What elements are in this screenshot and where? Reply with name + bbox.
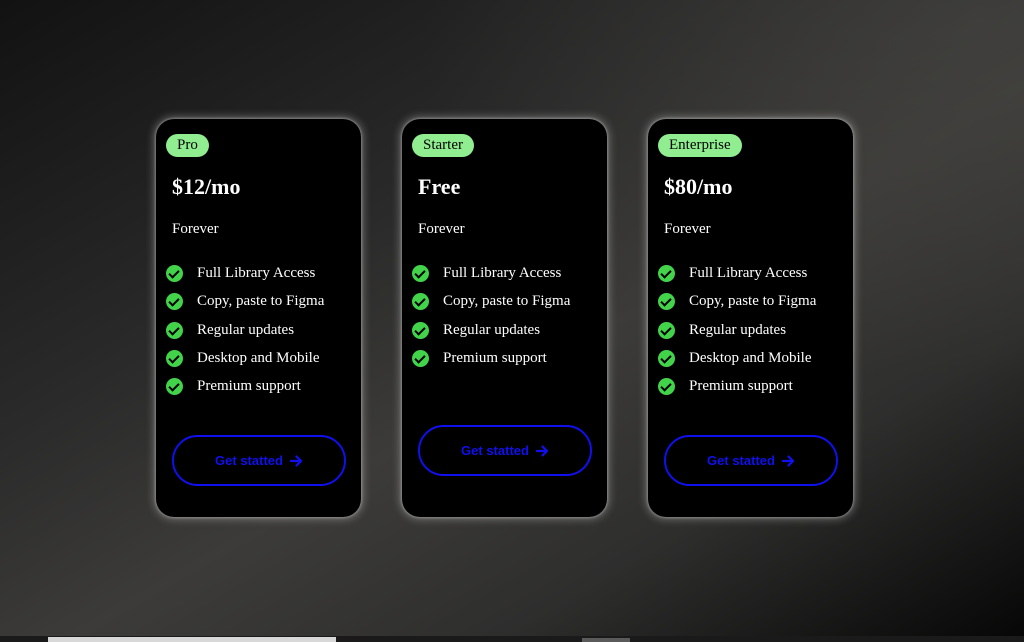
check-circle-icon	[412, 321, 429, 339]
feature-label: Copy, paste to Figma	[197, 293, 325, 310]
check-circle-icon	[166, 293, 183, 311]
feature-item: Full Library Access	[412, 265, 570, 293]
feature-item: Regular updates	[412, 321, 570, 350]
plan-badge: Enterprise	[658, 134, 742, 157]
feature-item: Copy, paste to Figma	[166, 293, 324, 321]
get-started-button[interactable]: Get statted	[664, 435, 838, 486]
feature-list: Full Library Access Copy, paste to Figma R…	[412, 265, 570, 378]
feature-item: Premium support	[166, 378, 324, 406]
plan-badge: Starter	[412, 134, 474, 157]
plan-price: $12/mo	[172, 174, 241, 199]
feature-label: Premium support	[689, 378, 793, 395]
check-circle-icon	[166, 321, 183, 339]
get-started-label: Get statted	[461, 443, 529, 458]
feature-label: Desktop and Mobile	[197, 349, 320, 366]
plan-price: $80/mo	[664, 174, 733, 199]
feature-item: Copy, paste to Figma	[412, 293, 570, 321]
plan-badge: Pro	[166, 134, 209, 157]
feature-label: Full Library Access	[443, 265, 562, 281]
feature-item: Copy, paste to Figma	[658, 293, 816, 321]
get-started-button[interactable]: Get statted	[418, 425, 592, 476]
check-circle-icon	[658, 293, 675, 311]
taskbar-segment	[582, 638, 630, 642]
feature-item: Regular updates	[166, 321, 324, 350]
pricing-card-pro: Pro $12/mo Forever Full Library Access Copy,…	[156, 119, 361, 517]
pricing-card-starter: Starter Free Forever Full Library Access Cop…	[402, 119, 607, 517]
feature-item: Desktop and Mobile	[658, 349, 816, 378]
check-circle-icon	[658, 378, 675, 396]
pricing-card-enterprise: Enterprise $80/mo Forever Full Library Acce…	[648, 119, 853, 517]
feature-item: Full Library Access	[658, 265, 816, 293]
feature-list: Full Library Access Copy, paste to Figma R…	[166, 265, 324, 406]
feature-label: Copy, paste to Figma	[443, 293, 571, 310]
arrow-right-icon	[535, 444, 549, 457]
feature-label: Copy, paste to Figma	[689, 293, 817, 310]
feature-label: Full Library Access	[197, 265, 316, 281]
feature-item: Regular updates	[658, 321, 816, 350]
get-started-label: Get statted	[215, 453, 283, 468]
feature-label: Premium support	[443, 349, 547, 366]
plan-period: Forever	[172, 221, 219, 237]
get-started-button[interactable]: Get statted	[172, 435, 346, 486]
check-circle-icon	[166, 378, 183, 396]
get-started-label: Get statted	[707, 453, 775, 468]
arrow-right-icon	[781, 454, 795, 467]
feature-list: Full Library Access Copy, paste to Figma R…	[658, 265, 816, 406]
feature-label: Regular updates	[197, 321, 295, 338]
plan-period: Forever	[418, 221, 465, 237]
feature-item: Premium support	[658, 378, 816, 406]
arrow-right-icon	[289, 454, 303, 467]
check-circle-icon	[658, 321, 675, 339]
plan-period: Forever	[664, 221, 711, 237]
taskbar-segment	[48, 637, 336, 642]
feature-item: Premium support	[412, 349, 570, 378]
check-circle-icon	[412, 265, 429, 282]
feature-item: Full Library Access	[166, 265, 324, 293]
check-circle-icon	[658, 265, 675, 282]
feature-label: Desktop and Mobile	[689, 349, 812, 366]
feature-label: Regular updates	[689, 321, 787, 338]
check-circle-icon	[166, 265, 183, 282]
feature-item: Desktop and Mobile	[166, 349, 324, 378]
feature-label: Regular updates	[443, 321, 541, 338]
taskbar-strip	[0, 636, 1024, 642]
check-circle-icon	[412, 349, 429, 367]
feature-label: Full Library Access	[689, 265, 808, 281]
plan-price: Free	[418, 174, 461, 199]
feature-label: Premium support	[197, 378, 301, 395]
check-circle-icon	[412, 293, 429, 311]
check-circle-icon	[658, 349, 675, 367]
check-circle-icon	[166, 349, 183, 367]
